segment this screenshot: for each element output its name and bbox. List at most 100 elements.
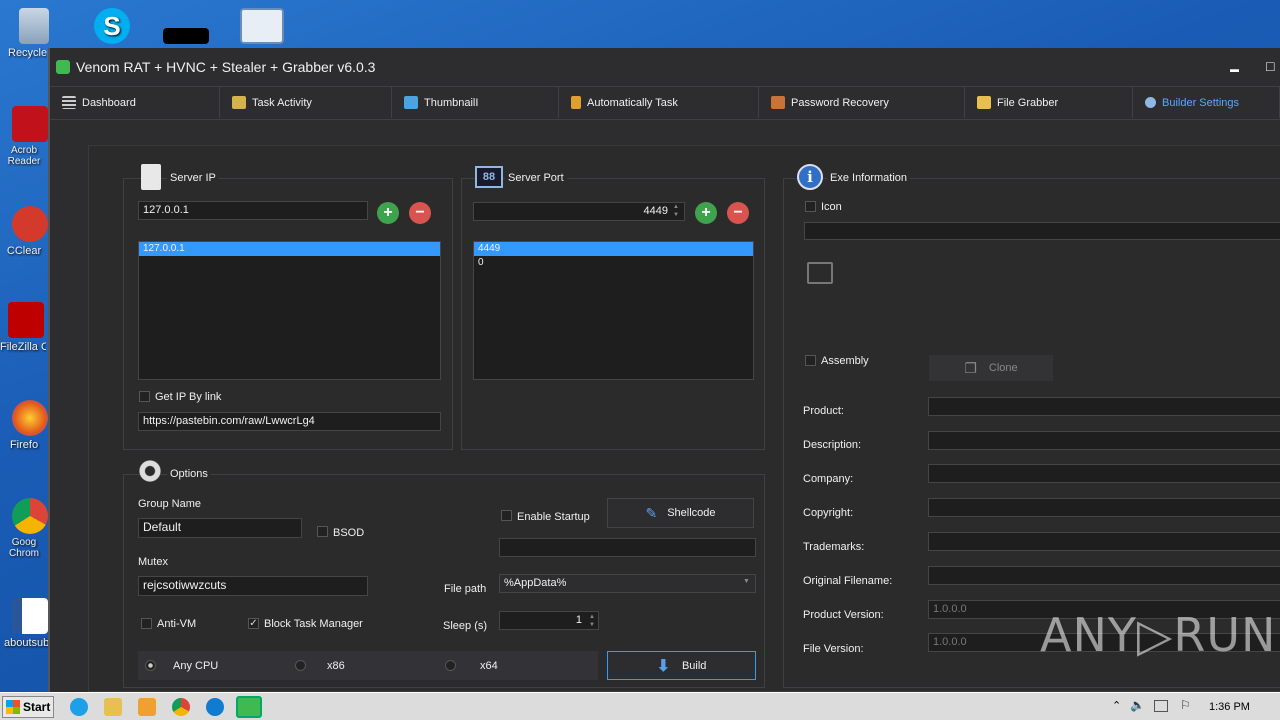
- tab-automatically-task[interactable]: Automatically Task: [559, 86, 759, 118]
- get-ip-by-link-checkbox[interactable]: [139, 391, 150, 402]
- windows-logo-icon: [6, 700, 20, 714]
- tree-icon: [571, 96, 581, 109]
- maximize-button[interactable]: □: [1266, 58, 1274, 74]
- explorer-icon[interactable]: [104, 698, 122, 716]
- product-label: Product:: [803, 405, 844, 417]
- icon-checkbox[interactable]: [805, 201, 816, 212]
- network-icon[interactable]: [1154, 700, 1168, 712]
- window-title: Venom RAT + HVNC + Stealer + Grabber v6.…: [76, 59, 376, 75]
- tab-builder-settings[interactable]: Builder Settings: [1133, 86, 1280, 118]
- tab-password-recovery[interactable]: Password Recovery: [759, 86, 965, 118]
- venom-taskbar-icon[interactable]: [236, 696, 262, 718]
- anti-vm-checkbox[interactable]: [141, 618, 152, 629]
- x86-radio[interactable]: [295, 660, 306, 671]
- list-item[interactable]: 127.0.0.1: [139, 242, 440, 256]
- remove-port-button[interactable]: −: [727, 202, 749, 224]
- minimize-button[interactable]: ▬: [1230, 64, 1239, 74]
- firefox-icon: [12, 400, 48, 436]
- block-task-manager-checkbox[interactable]: ✓: [248, 618, 259, 629]
- clone-label: Clone: [988, 362, 1018, 374]
- list-item[interactable]: 4449: [474, 242, 753, 256]
- tab-label: Password Recovery: [791, 96, 889, 109]
- any-cpu-label: Any CPU: [173, 660, 219, 672]
- x64-radio[interactable]: [445, 660, 456, 671]
- windows-grid-icon: [404, 96, 418, 109]
- desktop-icon-filezilla[interactable]: FileZilla C: [0, 302, 52, 353]
- tab-task-activity[interactable]: Task Activity: [220, 86, 392, 118]
- file-path-label: File path: [444, 583, 487, 595]
- options-title: Options: [167, 468, 211, 480]
- remove-ip-button[interactable]: −: [409, 202, 431, 224]
- get-ip-by-link-label: Get IP By link: [155, 391, 222, 403]
- ccleaner-icon: [12, 206, 48, 242]
- anyrun-watermark: ANY▷RUN: [1040, 608, 1277, 662]
- copyright-label: Copyright:: [803, 507, 854, 519]
- shellcode-button[interactable]: ✎ Shellcode: [607, 498, 754, 528]
- list-item[interactable]: 0: [474, 256, 753, 270]
- media-player-icon[interactable]: [138, 698, 156, 716]
- server-ip-input[interactable]: 127.0.0.1: [138, 201, 368, 220]
- block-task-manager-label: Block Task Manager: [264, 618, 363, 630]
- desktop-icon-skype[interactable]: S: [86, 8, 138, 47]
- desktop-icon-black[interactable]: [160, 8, 212, 47]
- sleep-spinner[interactable]: ▲ ▼: [589, 613, 595, 629]
- mutex-label: Mutex: [138, 556, 168, 568]
- server-port-input[interactable]: 4449: [473, 202, 685, 221]
- company-input[interactable]: [928, 464, 1280, 483]
- sleep-input[interactable]: 1: [499, 611, 599, 630]
- skype-icon: S: [94, 8, 130, 44]
- startup-name-input[interactable]: [499, 538, 756, 557]
- add-ip-button[interactable]: +: [377, 202, 399, 224]
- desktop-icon-label: Firefo: [9, 439, 39, 451]
- tab-thumbnail[interactable]: ThumbnailI: [392, 86, 559, 118]
- x64-label: x64: [480, 660, 498, 672]
- assembly-checkbox[interactable]: [805, 355, 816, 366]
- any-cpu-radio[interactable]: [145, 660, 156, 671]
- ip-link-input[interactable]: https://pastebin.com/raw/LwwcrLg4: [138, 412, 441, 431]
- key-user-icon: [771, 96, 785, 109]
- trademarks-input[interactable]: [928, 532, 1280, 551]
- tab-dashboard[interactable]: Dashboard: [50, 86, 220, 118]
- mutex-input[interactable]: rejcsotiwwzcuts: [138, 576, 368, 596]
- filezilla-icon: [8, 302, 44, 338]
- start-button[interactable]: Start: [2, 696, 54, 718]
- clone-button[interactable]: ❐ Clone: [929, 355, 1053, 381]
- flag-icon[interactable]: ⚐: [1180, 698, 1191, 712]
- shellcode-label: Shellcode: [667, 507, 716, 519]
- tray-chevron-icon[interactable]: ⌃: [1112, 699, 1121, 712]
- desktop-icon-window[interactable]: [236, 8, 288, 47]
- title-bar[interactable]: Venom RAT + HVNC + Stealer + Grabber v6.…: [50, 48, 1280, 86]
- pencil-icon: ✎: [645, 504, 658, 521]
- product-input[interactable]: [928, 397, 1280, 416]
- port-spinner[interactable]: ▲ ▼: [673, 203, 679, 219]
- file-version-label: File Version:: [803, 643, 864, 655]
- edge-icon[interactable]: [206, 698, 224, 716]
- desktop-icon-label: Goog Chrom: [8, 537, 39, 559]
- add-port-button[interactable]: +: [695, 202, 717, 224]
- clock[interactable]: 1:36 PM: [1209, 701, 1250, 713]
- trademarks-label: Trademarks:: [803, 541, 865, 553]
- ie-icon[interactable]: [70, 698, 88, 716]
- original-filename-input[interactable]: [928, 566, 1280, 585]
- gears-icon: [137, 458, 163, 484]
- description-label: Description:: [803, 439, 862, 451]
- chrome-taskbar-icon[interactable]: [172, 698, 190, 716]
- enable-startup-label: Enable Startup: [517, 511, 590, 523]
- recycle-bin-icon: [19, 8, 49, 44]
- description-input[interactable]: [928, 431, 1280, 450]
- build-button[interactable]: ⬇ Build: [607, 651, 756, 680]
- file-path-select[interactable]: %AppData%: [499, 574, 756, 593]
- chrome-icon: [12, 498, 48, 534]
- group-name-input[interactable]: Default: [138, 518, 302, 538]
- icon-path-input[interactable]: [804, 222, 1280, 240]
- image-icon[interactable]: [807, 262, 833, 284]
- enable-startup-checkbox[interactable]: [501, 510, 512, 521]
- copyright-input[interactable]: [928, 498, 1280, 517]
- server-ip-list[interactable]: 127.0.0.1: [138, 241, 441, 380]
- server-port-list[interactable]: 4449 0: [473, 241, 754, 380]
- tab-file-grabber[interactable]: File Grabber: [965, 86, 1133, 118]
- bsod-checkbox[interactable]: [317, 526, 328, 537]
- exe-info-title: Exe Information: [827, 172, 911, 184]
- desktop-icon-recycle-bin[interactable]: Recycle: [8, 8, 60, 59]
- volume-icon[interactable]: 🔈: [1130, 698, 1145, 712]
